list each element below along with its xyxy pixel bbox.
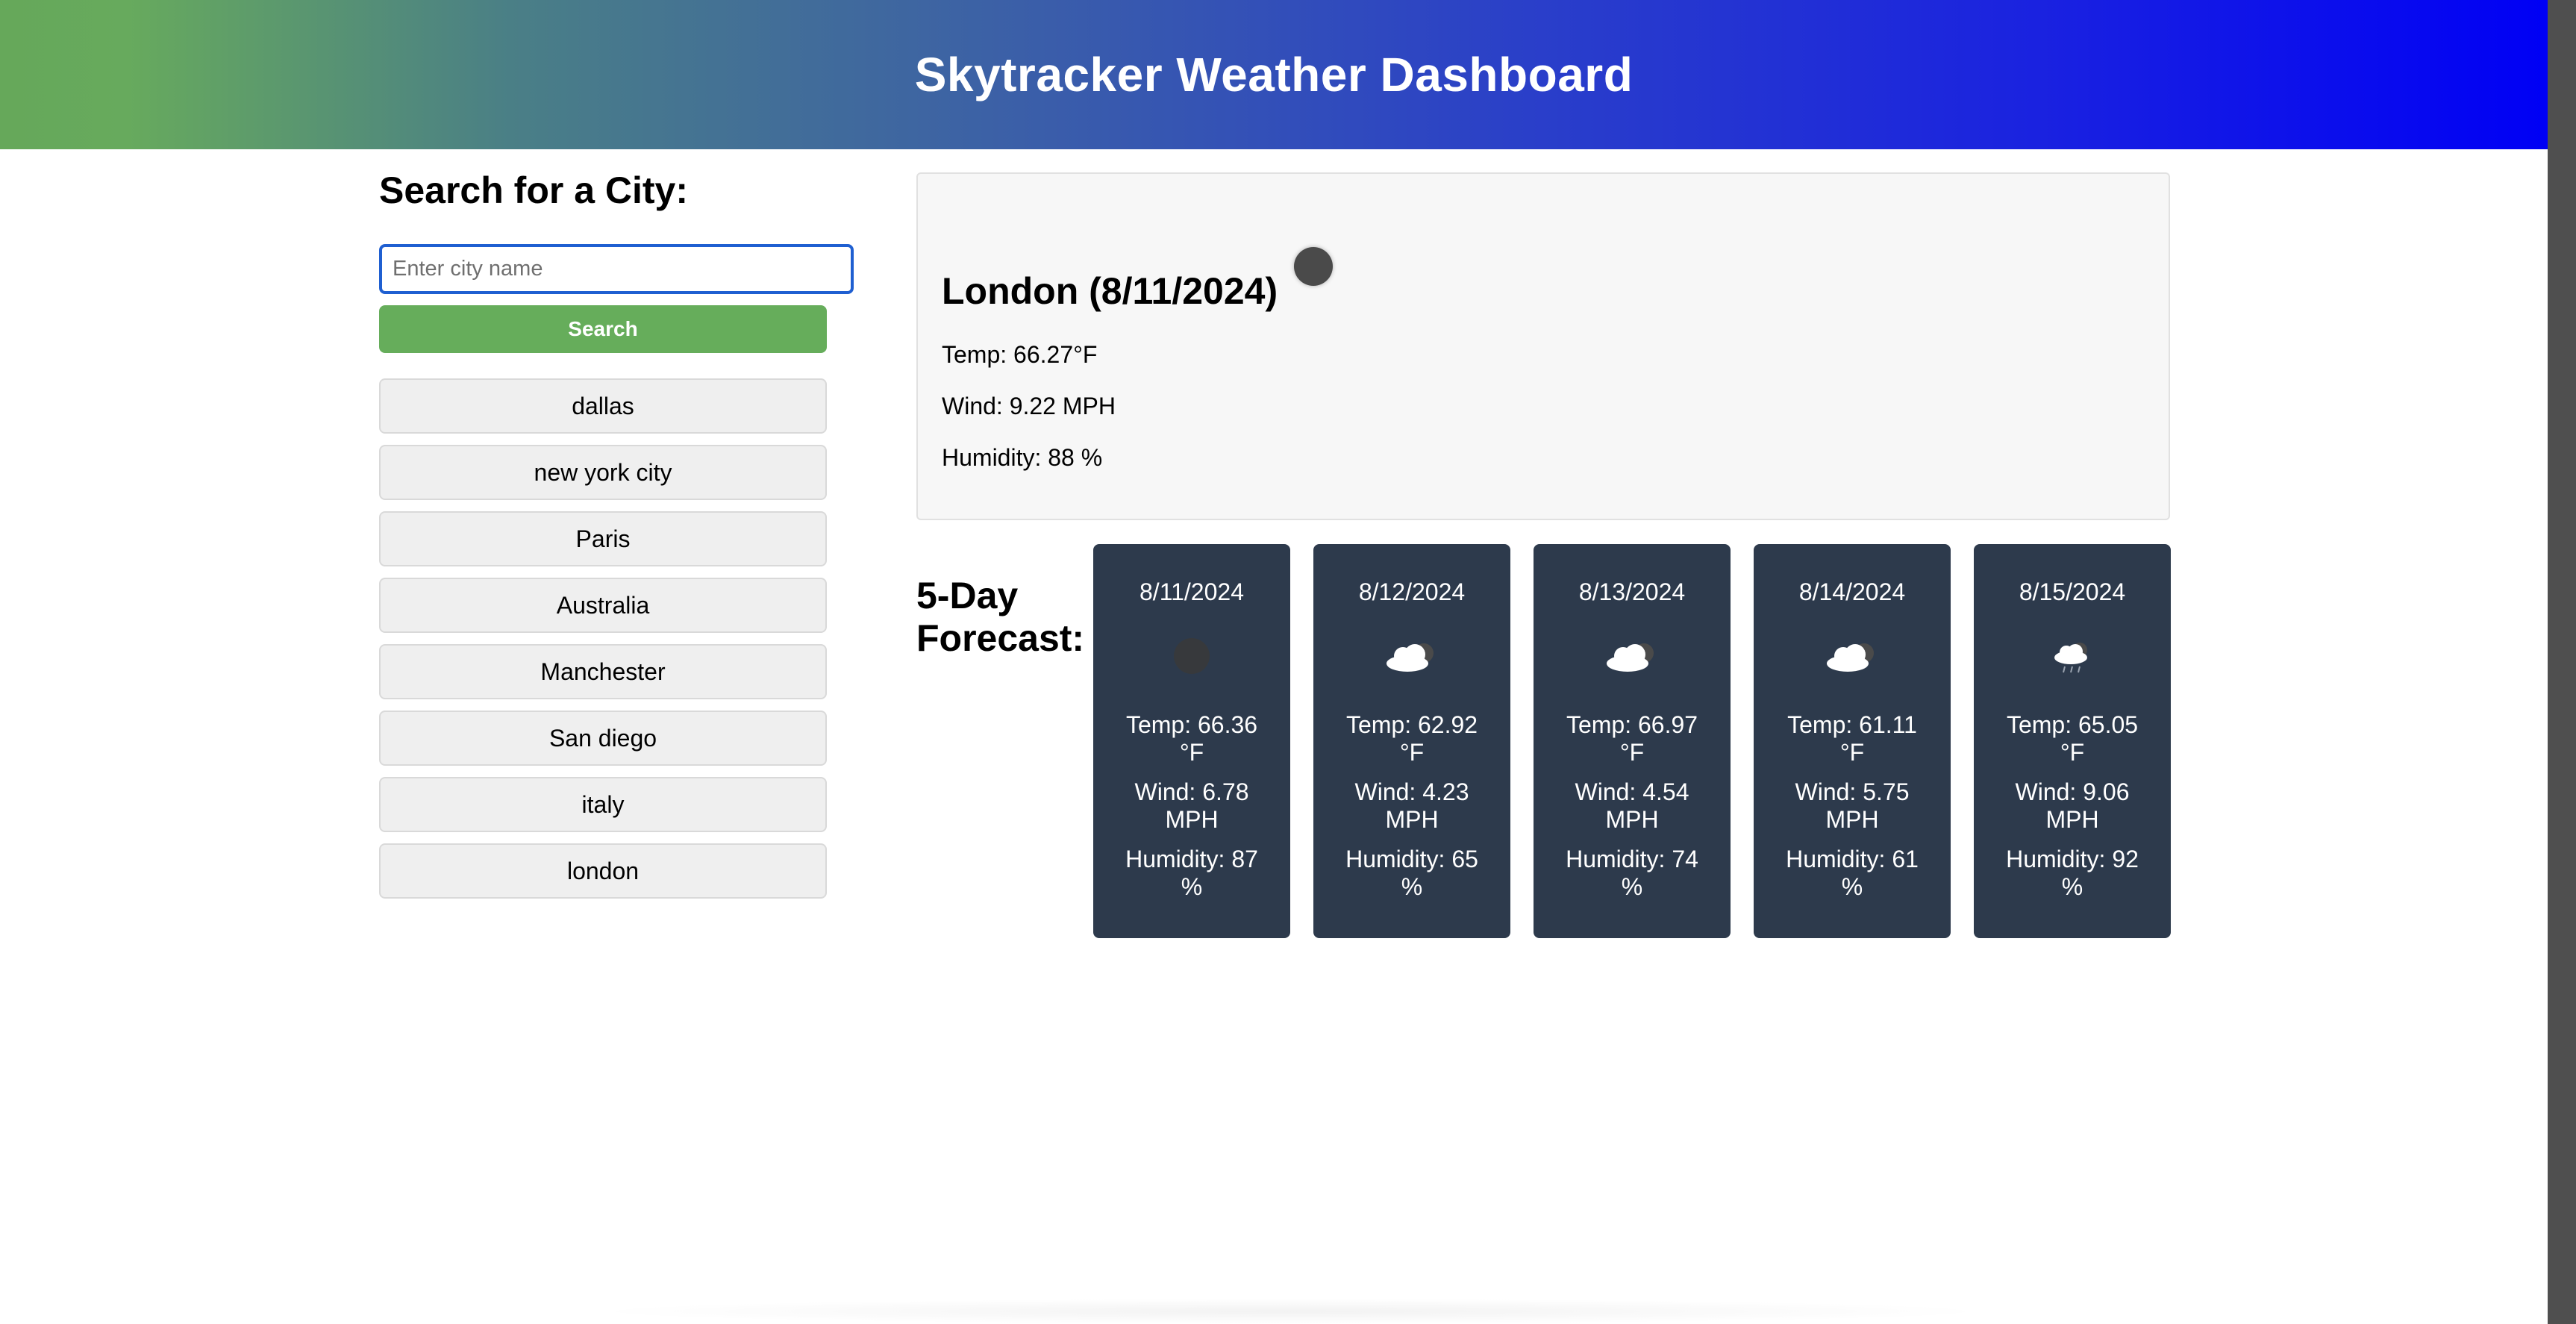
history-city-button[interactable]: italy bbox=[379, 777, 827, 832]
page: Skytracker Weather Dashboard Search for … bbox=[0, 0, 2548, 1324]
history-city-button[interactable]: london bbox=[379, 843, 827, 899]
forecast-wind: Wind: 5.75 MPH bbox=[1795, 778, 1910, 833]
forecast-humidity: Humidity: 87% bbox=[1125, 846, 1258, 900]
rain-cloud-icon bbox=[2054, 643, 2087, 673]
forecast-wind: Wind: 9.06 MPH bbox=[2015, 778, 2130, 833]
forecast-heading: 5-Day Forecast: bbox=[916, 575, 1084, 660]
forecast-humidity: Humidity: 92% bbox=[2006, 846, 2139, 900]
forecast-humidity: Humidity: 74% bbox=[1566, 846, 1698, 900]
forecast-temp: Temp: 62.92 °F bbox=[1345, 711, 1478, 766]
search-heading: Search for a City: bbox=[379, 169, 689, 211]
footer-shadow bbox=[582, 1299, 2000, 1324]
history-city-button[interactable]: new york city bbox=[379, 445, 827, 500]
current-temp: Temp: 66.27°F bbox=[942, 341, 1098, 368]
history-city-button[interactable]: San diego bbox=[379, 711, 827, 766]
browser-viewport: Skytracker Weather Dashboard Search for … bbox=[0, 0, 2576, 1324]
forecast-date: 8/11/2024 bbox=[1139, 578, 1244, 605]
forecast-wind: Wind: 4.54 MPH bbox=[1575, 778, 1689, 833]
forecast-date: 8/13/2024 bbox=[1578, 578, 1686, 605]
current-wind: Wind: 9.22 MPH bbox=[942, 393, 1116, 419]
app-title: Skytracker Weather Dashboard bbox=[914, 48, 1634, 102]
forecast-date: 8/14/2024 bbox=[1798, 578, 1906, 605]
forecast-wind: Wind: 4.23 MPH bbox=[1354, 778, 1469, 833]
current-city-title: London (8/11/2024) bbox=[942, 270, 1278, 312]
current-weather-card: London (8/11/2024) Temp: 66.27°F Wind: 9… bbox=[916, 172, 2170, 520]
forecast-wind: Wind: 6.78 MPH bbox=[1134, 778, 1249, 833]
cloud-icon bbox=[1387, 643, 1434, 672]
forecast-card: 8/12/2024 Temp: 62.92 °F Wind: 4.23 MPH Hu… bbox=[1313, 544, 1510, 938]
forecast-date: 8/12/2024 bbox=[1358, 578, 1466, 605]
search-button[interactable]: Search bbox=[379, 305, 827, 353]
window-edge bbox=[2548, 0, 2576, 1324]
forecast-temp: Temp: 66.36 °F bbox=[1125, 711, 1258, 766]
forecast-card: 8/14/2024 Temp: 61.11 °F Wind: 5.75 MPH Hu… bbox=[1754, 544, 1951, 938]
forecast-heading-line: Forecast: bbox=[916, 617, 1085, 659]
forecast-heading-line: 5-Day bbox=[916, 575, 1019, 616]
forecast-card: 8/15/2024 Temp: 65.05 °F Wind: 9.06 MPH Hu… bbox=[1974, 544, 2171, 938]
forecast-temp: Temp: 61.11 °F bbox=[1787, 711, 1917, 766]
city-search-input[interactable] bbox=[379, 244, 854, 294]
cloud-icon bbox=[1607, 643, 1654, 672]
forecast-humidity: Humidity: 65% bbox=[1345, 846, 1478, 900]
cloud-icon bbox=[1827, 643, 1874, 672]
forecast-temp: Temp: 66.97 °F bbox=[1566, 711, 1698, 766]
dark-circle-icon bbox=[1174, 638, 1210, 674]
weather-icon bbox=[1294, 247, 1333, 286]
forecast-card: 8/11/2024 Temp: 66.36 °F Wind: 6.78 MPH Hu… bbox=[1093, 544, 1290, 938]
forecast-temp: Temp: 65.05 °F bbox=[2006, 711, 2139, 766]
history-city-button[interactable]: Paris bbox=[379, 511, 827, 566]
history-city-button[interactable]: dallas bbox=[379, 378, 827, 434]
forecast-humidity: Humidity: 61% bbox=[1786, 846, 1919, 900]
current-humidity: Humidity: 88 % bbox=[942, 444, 1103, 471]
history-city-button[interactable]: Manchester bbox=[379, 644, 827, 699]
history-city-button[interactable]: Australia bbox=[379, 578, 827, 633]
forecast-date: 8/15/2024 bbox=[2019, 578, 2126, 605]
forecast-card: 8/13/2024 Temp: 66.97 °F Wind: 4.54 MPH Hu… bbox=[1534, 544, 1731, 938]
app-header: Skytracker Weather Dashboard bbox=[0, 0, 2548, 149]
